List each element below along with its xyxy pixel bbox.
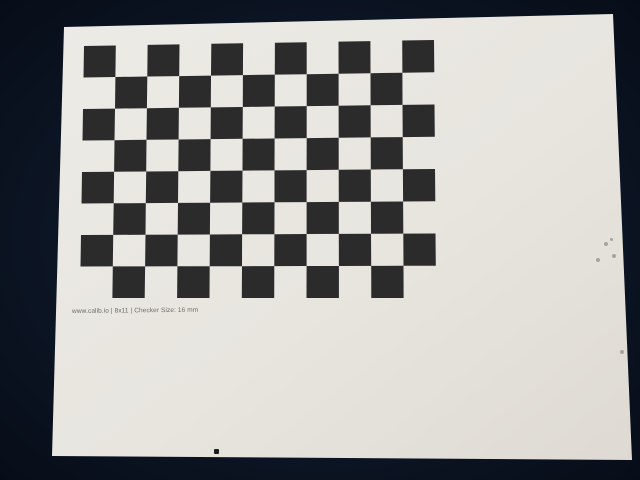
checker-square xyxy=(370,137,403,170)
checker-square xyxy=(306,201,339,234)
checker-square xyxy=(274,42,307,75)
checker-square xyxy=(177,266,210,298)
checker-square xyxy=(114,139,147,172)
checker-square xyxy=(242,74,275,107)
checker-square xyxy=(338,233,372,266)
checkerboard-pattern xyxy=(80,40,436,298)
checker-square xyxy=(306,137,339,171)
checker-square xyxy=(242,138,275,171)
checker-square xyxy=(211,43,244,76)
checker-square xyxy=(80,234,114,267)
photo-scene: www.calib.io | 8x11 | Checker Size: 16 m… xyxy=(0,0,640,480)
checker-square xyxy=(115,76,148,109)
checker-square xyxy=(210,107,243,140)
checker-square xyxy=(178,139,211,172)
checker-square xyxy=(177,202,211,235)
checker-square xyxy=(112,266,146,298)
checker-square xyxy=(147,44,180,77)
checker-square xyxy=(403,233,436,266)
checker-square xyxy=(402,169,436,202)
checker-square xyxy=(306,73,339,107)
checker-square xyxy=(274,170,307,203)
checker-square xyxy=(306,266,339,298)
checker-square xyxy=(178,75,211,108)
checker-square xyxy=(242,202,275,235)
checker-square xyxy=(82,108,115,141)
checker-square xyxy=(370,201,404,234)
checker-square xyxy=(402,40,435,73)
checker-square xyxy=(338,169,371,202)
checker-square xyxy=(274,106,307,139)
checker-square xyxy=(370,72,403,106)
paper-spot xyxy=(620,350,624,354)
checker-square xyxy=(113,203,146,235)
checker-square xyxy=(209,234,243,267)
checker-square xyxy=(210,170,243,203)
checker-square xyxy=(402,104,435,138)
paper-spot xyxy=(214,449,219,454)
checker-square xyxy=(338,105,371,138)
checker-square xyxy=(371,265,404,298)
paper-spot xyxy=(604,242,608,246)
checker-square xyxy=(83,45,116,78)
paper-spot xyxy=(610,238,613,241)
paper-spot xyxy=(596,258,600,262)
checker-square xyxy=(145,171,179,204)
checker-square xyxy=(338,41,371,74)
checker-square xyxy=(146,107,179,140)
paper-spot xyxy=(612,254,616,258)
checker-square xyxy=(274,234,307,267)
checker-square xyxy=(145,234,178,267)
checker-square xyxy=(81,171,115,204)
checker-square xyxy=(241,266,275,298)
caption-text: www.calib.io | 8x11 | Checker Size: 16 m… xyxy=(72,306,199,315)
